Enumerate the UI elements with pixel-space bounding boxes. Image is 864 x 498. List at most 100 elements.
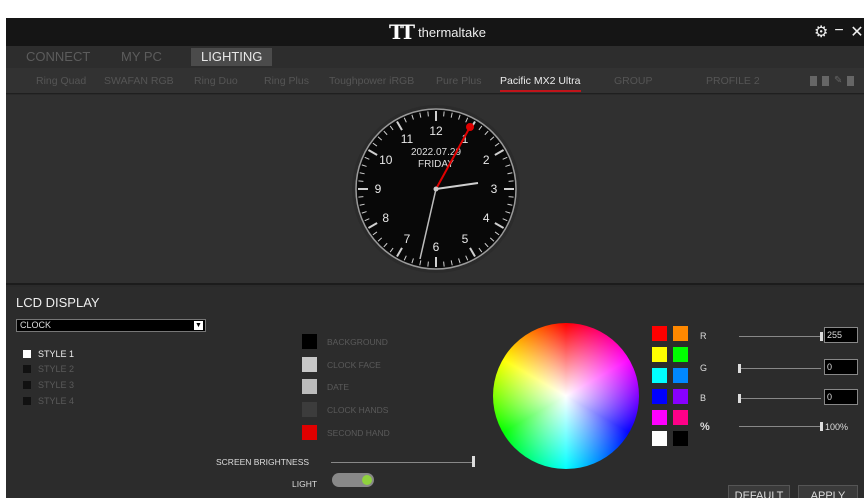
palette-swatch-6[interactable] xyxy=(673,368,688,383)
green-slider-thumb[interactable] xyxy=(738,364,741,373)
clock-tick xyxy=(358,180,364,182)
palette-swatch-10[interactable] xyxy=(673,410,688,425)
style-option-2[interactable]: STYLE 2 xyxy=(22,364,74,374)
screen-brightness-label: SCREEN BRIGHTNESS xyxy=(216,457,310,467)
screen-brightness-track[interactable] xyxy=(331,462,473,463)
device-tab-ring-duo[interactable]: Ring Duo xyxy=(194,75,238,87)
clock-tick xyxy=(508,180,514,182)
clock-numeral: 4 xyxy=(483,211,490,225)
color-wheel[interactable] xyxy=(493,323,639,469)
clock-numeral: 9 xyxy=(375,182,382,196)
window-controls: ⚙ − ✕ xyxy=(814,22,864,42)
color-palette xyxy=(652,326,688,446)
style-option-3[interactable]: STYLE 3 xyxy=(22,380,74,390)
clock-numeral: 6 xyxy=(433,240,440,254)
style-radio-1[interactable] xyxy=(22,349,32,359)
style-radio-3[interactable] xyxy=(22,380,32,390)
clock-numeral: 12 xyxy=(429,124,443,138)
profile-tools: ✎ xyxy=(810,76,854,86)
blue-value-input[interactable]: 0 xyxy=(824,389,858,405)
mode-dropdown[interactable]: CLOCK ▼ xyxy=(16,319,206,332)
red-slider-thumb[interactable] xyxy=(820,332,823,341)
clock-tick xyxy=(443,261,445,267)
prop-clock-hands[interactable]: CLOCK HANDS xyxy=(302,402,388,417)
green-value-input[interactable]: 0 xyxy=(824,359,858,375)
prop-second-hand[interactable]: SECOND HAND xyxy=(302,425,390,440)
palette-swatch-9[interactable] xyxy=(652,410,667,425)
clock-hands-color-swatch[interactable] xyxy=(302,402,317,417)
device-tab-toughpower-irgb[interactable]: Toughpower iRGB xyxy=(329,75,414,87)
delete-icon[interactable] xyxy=(847,76,854,86)
style-radio-2[interactable] xyxy=(22,364,32,374)
clock-numeral: 10 xyxy=(379,153,393,167)
clock-numeral: 8 xyxy=(382,211,389,225)
style-radio-4[interactable] xyxy=(22,396,32,406)
screen-brightness-thumb[interactable] xyxy=(472,456,475,467)
copy-icon[interactable] xyxy=(810,76,817,86)
percent-label: % xyxy=(700,421,710,433)
green-slider-track[interactable] xyxy=(739,368,821,369)
device-tab-profile-2[interactable]: PROFILE 2 xyxy=(706,75,760,87)
prop-date-label: DATE xyxy=(327,381,350,392)
device-tab-pure-plus[interactable]: Pure Plus xyxy=(436,75,482,87)
light-label: LIGHT xyxy=(292,479,318,489)
lcd-preview: 12 1 2 3 4 5 6 7 8 9 10 11 2022.07.29 FRIDAY xyxy=(6,95,864,285)
device-tab-ring-quad[interactable]: Ring Quad xyxy=(36,75,86,87)
palette-swatch-2[interactable] xyxy=(673,326,688,341)
style-option-4[interactable]: STYLE 4 xyxy=(22,396,74,406)
palette-swatch-5[interactable] xyxy=(652,368,667,383)
paste-icon[interactable] xyxy=(822,76,829,86)
edit-icon[interactable]: ✎ xyxy=(834,76,842,86)
clock-tick xyxy=(427,111,429,117)
style-option-1[interactable]: STYLE 1 xyxy=(22,349,74,359)
blue-slider-thumb[interactable] xyxy=(738,394,741,403)
clock-numeral: 3 xyxy=(491,182,498,196)
light-toggle[interactable] xyxy=(332,473,374,487)
clock-numeral: 5 xyxy=(462,232,469,246)
device-tabs: Ring Quad SWAFAN RGB Ring Duo Ring Plus … xyxy=(6,68,864,94)
prop-background[interactable]: BACKGROUND xyxy=(302,334,388,349)
chevron-down-icon: ▼ xyxy=(194,321,203,330)
clock-tick xyxy=(443,111,445,117)
section-title: LCD DISPLAY xyxy=(16,295,100,310)
brand-logo: TT thermaltake xyxy=(389,22,486,42)
background-color-swatch[interactable] xyxy=(302,334,317,349)
close-icon[interactable]: ✕ xyxy=(850,22,864,42)
clock-tick xyxy=(358,196,364,198)
prop-clock-face[interactable]: CLOCK FACE xyxy=(302,357,381,372)
blue-slider-track[interactable] xyxy=(739,398,821,399)
date-color-swatch[interactable] xyxy=(302,379,317,394)
palette-swatch-3[interactable] xyxy=(652,347,667,362)
apply-button[interactable]: APPLY xyxy=(798,485,858,498)
style-label-2: STYLE 2 xyxy=(38,364,75,374)
tab-my-pc[interactable]: MY PC xyxy=(111,48,172,66)
gear-icon[interactable]: ⚙ xyxy=(814,22,828,42)
tab-lighting[interactable]: LIGHTING xyxy=(191,48,273,66)
device-tab-swafan-rgb[interactable]: SWAFAN RGB xyxy=(104,75,174,87)
palette-swatch-1[interactable] xyxy=(652,326,667,341)
green-label: G xyxy=(700,363,708,373)
device-tab-pacific-mx2-ultra[interactable]: Pacific MX2 Ultra xyxy=(500,75,581,92)
minimize-icon[interactable]: − xyxy=(832,22,846,42)
light-toggle-knob xyxy=(362,475,372,485)
clock-tick xyxy=(508,196,514,198)
second-hand-color-swatch[interactable] xyxy=(302,425,317,440)
title-bar: TT thermaltake ⚙ − ✕ xyxy=(6,18,864,46)
red-slider-track[interactable] xyxy=(739,336,821,337)
red-value-input[interactable]: 255 xyxy=(824,327,858,343)
palette-swatch-11[interactable] xyxy=(652,431,667,446)
clock-face-color-swatch[interactable] xyxy=(302,357,317,372)
clock-numeral: 2 xyxy=(483,153,490,167)
device-tab-group[interactable]: GROUP xyxy=(614,75,653,87)
tab-connect[interactable]: CONNECT xyxy=(16,48,100,66)
percent-slider-track[interactable] xyxy=(739,426,821,427)
palette-swatch-7[interactable] xyxy=(652,389,667,404)
app-window: TT thermaltake ⚙ − ✕ CONNECT MY PC LIGHT… xyxy=(6,18,864,498)
percent-slider-thumb[interactable] xyxy=(820,422,823,431)
default-button[interactable]: DEFAULT xyxy=(728,485,790,498)
palette-swatch-8[interactable] xyxy=(673,389,688,404)
device-tab-ring-plus[interactable]: Ring Plus xyxy=(264,75,309,87)
palette-swatch-4[interactable] xyxy=(673,347,688,362)
prop-date[interactable]: DATE xyxy=(302,379,349,394)
palette-swatch-12[interactable] xyxy=(673,431,688,446)
